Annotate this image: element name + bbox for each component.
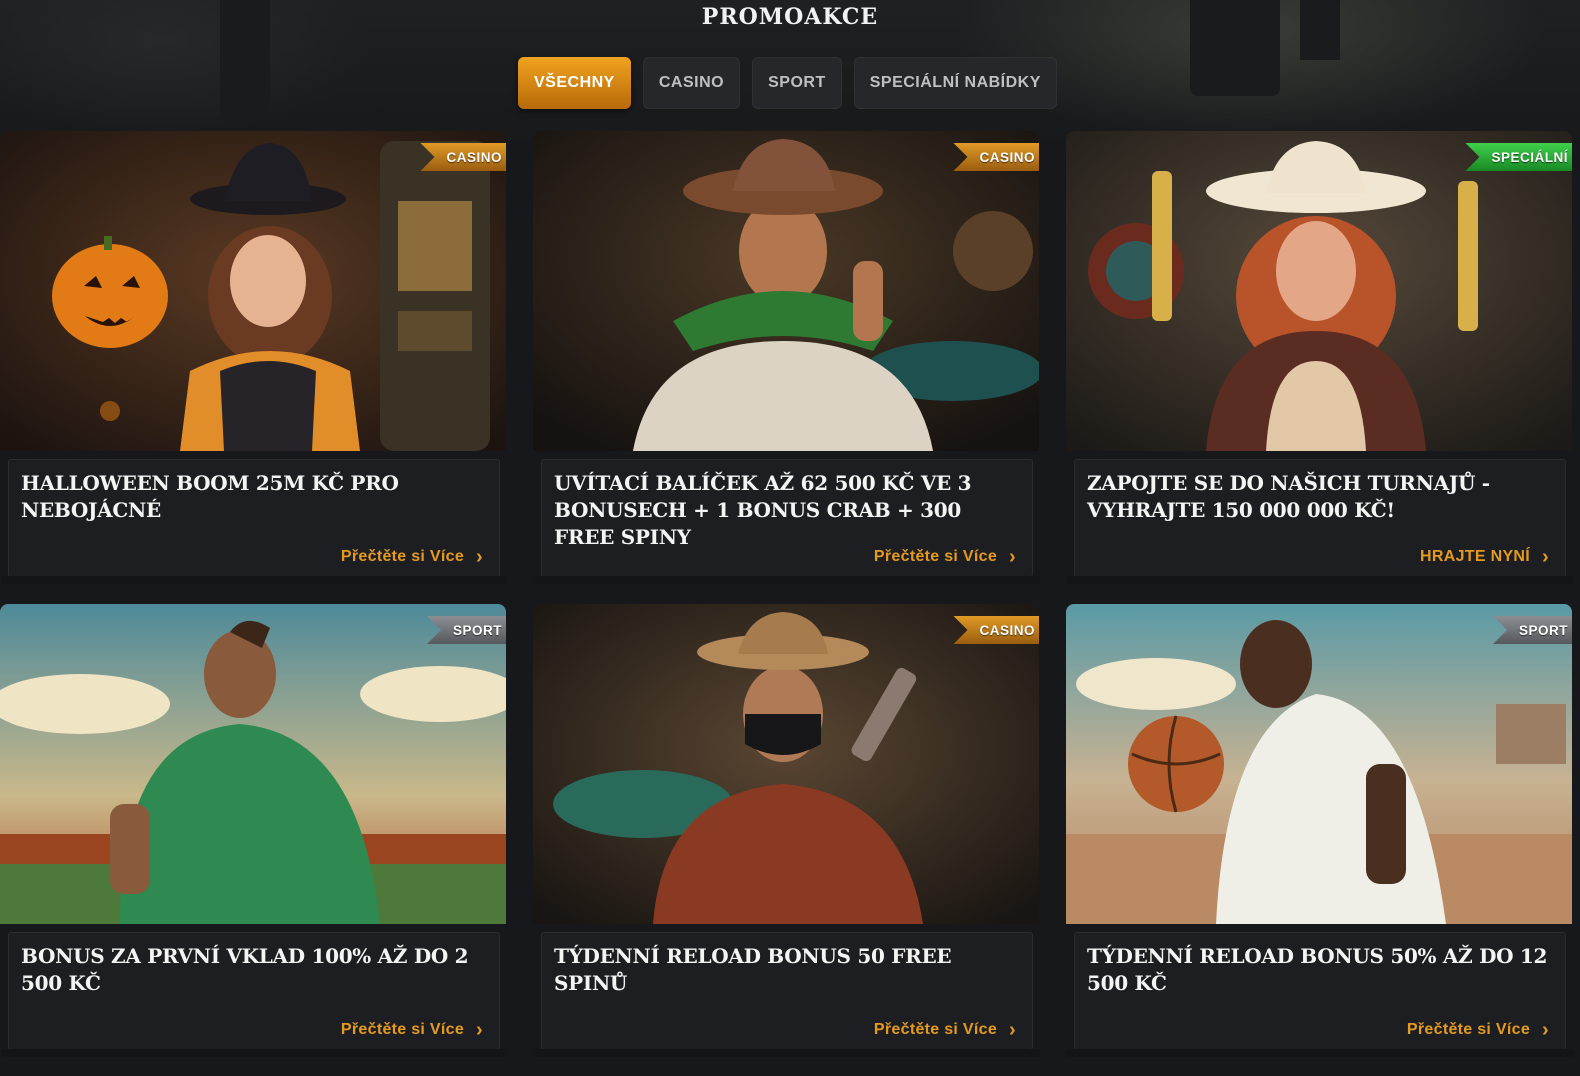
read-more-link[interactable]: Přečtěte si Více › bbox=[340, 546, 483, 568]
promo-card[interactable]: SPORT BONUS ZA PRVNÍ VKLAD 100% AŽ DO 2 … bbox=[0, 604, 507, 1057]
read-more-label: Přečtěte si Více bbox=[873, 1021, 998, 1038]
promo-card-body: ZAPOJTE SE DO NAŠICH TURNAJŮ - VYHRAJTE … bbox=[1067, 459, 1573, 584]
tab-sport[interactable]: SPORT bbox=[752, 57, 842, 109]
tab-special-offers[interactable]: SPECIÁLNÍ NABÍDKY bbox=[853, 57, 1057, 109]
promo-title: ZAPOJTE SE DO NAŠICH TURNAJŮ - VYHRAJTE … bbox=[1087, 471, 1490, 522]
read-more-link[interactable]: Přečtěte si Více › bbox=[873, 1019, 1016, 1041]
promo-card[interactable]: SPORT TÝDENNÍ RELOAD BONUS 50% AŽ DO 12 … bbox=[1066, 604, 1573, 1057]
promo-card[interactable]: SPECIÁLNÍ ZAPOJTE SE DO NAŠICH TURNAJŮ -… bbox=[1066, 131, 1573, 584]
read-more-label: Přečtěte si Více bbox=[340, 548, 465, 565]
tab-casino[interactable]: CASINO bbox=[642, 57, 741, 109]
promo-card-body: UVÍTACÍ BALÍČEK AŽ 62 500 KČ VE 3 BONUSE… bbox=[534, 459, 1040, 584]
read-more-link[interactable]: Přečtěte si Více › bbox=[1406, 1019, 1549, 1041]
promo-image-cowboy[interactable]: CASINO bbox=[533, 131, 1039, 451]
promo-card-body: TÝDENNÍ RELOAD BONUS 50 FREE SPINŮ Přečt… bbox=[534, 932, 1040, 1057]
promo-title: UVÍTACÍ BALÍČEK AŽ 62 500 KČ VE 3 BONUSE… bbox=[554, 471, 972, 549]
chevron-right-icon: › bbox=[1542, 1019, 1549, 1041]
promo-image-witch[interactable]: CASINO bbox=[0, 131, 506, 451]
promo-card-body: TÝDENNÍ RELOAD BONUS 50% AŽ DO 12 500 KČ… bbox=[1067, 932, 1573, 1057]
promo-card[interactable]: CASINO HALLOWEEN BOOM 25M KČ PRO NEBOJÁC… bbox=[0, 131, 507, 584]
promo-card-body: BONUS ZA PRVNÍ VKLAD 100% AŽ DO 2 500 KČ… bbox=[1, 932, 507, 1057]
promo-image-cowgirl[interactable]: SPECIÁLNÍ bbox=[1066, 131, 1572, 451]
page-title: PROMOAKCE bbox=[701, 4, 879, 30]
promo-image-masked-bandit[interactable]: CASINO bbox=[533, 604, 1039, 924]
promo-image-basketball-player[interactable]: SPORT bbox=[1066, 604, 1572, 924]
promo-card[interactable]: CASINO UVÍTACÍ BALÍČEK AŽ 62 500 KČ VE 3… bbox=[533, 131, 1040, 584]
chevron-right-icon: › bbox=[1542, 546, 1549, 568]
promo-filter-tabs: VŠECHNY CASINO SPORT SPECIÁLNÍ NABÍDKY bbox=[518, 57, 1057, 109]
read-more-link[interactable]: Přečtěte si Více › bbox=[873, 546, 1016, 568]
read-more-label: Přečtěte si Více bbox=[340, 1021, 465, 1038]
chevron-right-icon: › bbox=[1009, 1019, 1016, 1041]
tab-all[interactable]: VŠECHNY bbox=[518, 57, 631, 109]
read-more-label: Přečtěte si Více bbox=[1406, 1021, 1531, 1038]
promo-title: TÝDENNÍ RELOAD BONUS 50 FREE SPINŮ bbox=[554, 944, 952, 995]
play-now-label: HRAJTE NYNÍ bbox=[1420, 548, 1531, 565]
read-more-label: Přečtěte si Více bbox=[873, 548, 998, 565]
promo-card-body: HALLOWEEN BOOM 25M KČ PRO NEBOJÁCNÉ Přeč… bbox=[1, 459, 507, 584]
chevron-right-icon: › bbox=[1009, 546, 1016, 568]
chevron-right-icon: › bbox=[476, 546, 483, 568]
promo-card[interactable]: CASINO TÝDENNÍ RELOAD BONUS 50 FREE SPIN… bbox=[533, 604, 1040, 1057]
category-badge: SPECIÁLNÍ bbox=[1465, 143, 1572, 171]
promo-title: HALLOWEEN BOOM 25M KČ PRO NEBOJÁCNÉ bbox=[21, 471, 399, 522]
play-now-link[interactable]: HRAJTE NYNÍ › bbox=[1420, 546, 1549, 568]
promo-title: BONUS ZA PRVNÍ VKLAD 100% AŽ DO 2 500 KČ bbox=[21, 944, 469, 995]
read-more-link[interactable]: Přečtěte si Více › bbox=[340, 1019, 483, 1041]
chevron-right-icon: › bbox=[476, 1019, 483, 1041]
promo-title: TÝDENNÍ RELOAD BONUS 50% AŽ DO 12 500 KČ bbox=[1087, 944, 1548, 995]
promo-image-soccer-player[interactable]: SPORT bbox=[0, 604, 506, 924]
